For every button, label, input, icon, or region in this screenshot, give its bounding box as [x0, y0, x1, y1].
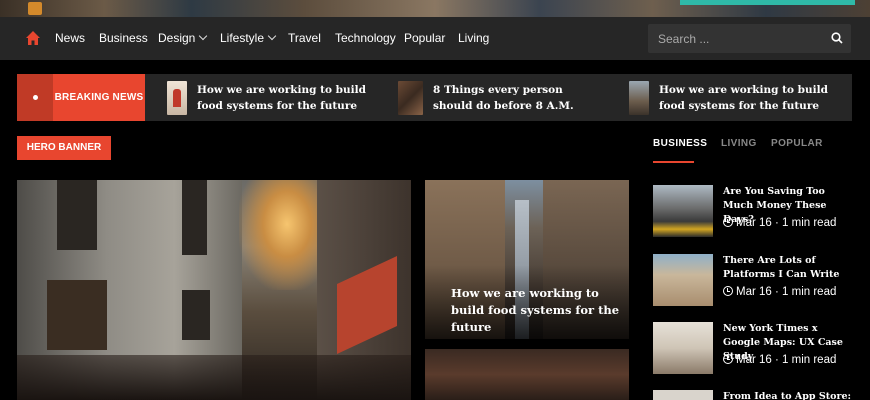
sunlight [239, 180, 319, 290]
search-icon[interactable] [831, 32, 843, 44]
teal-bar [680, 0, 855, 5]
hero-side-article[interactable]: How we are working to build food systems… [425, 180, 629, 339]
search-input[interactable] [648, 24, 823, 53]
hero-side-article-2[interactable] [425, 349, 629, 400]
hero-side-title[interactable]: How we are working to build food systems… [451, 285, 621, 336]
nav-item-living[interactable]: Living [458, 31, 489, 45]
article-thumbnail[interactable] [653, 322, 713, 374]
breaking-item-title[interactable]: How we are working to build food systems… [659, 82, 839, 114]
nav-item-lifestyle[interactable]: Lifestyle [220, 31, 277, 45]
breaking-item[interactable]: 8 Things every person should do before 8… [398, 81, 608, 115]
sidebar-article[interactable]: There Are Lots of Platforms I Can Write … [653, 254, 853, 306]
breaking-indicator [17, 74, 53, 121]
clock-icon [723, 286, 733, 296]
clock-icon [723, 354, 733, 364]
article-title[interactable]: There Are Lots of Platforms I Can Write [723, 254, 853, 282]
nav-item-business[interactable]: Business [99, 31, 148, 45]
breaking-news-label: BREAKING NEWS [53, 74, 145, 121]
breaking-item-title[interactable]: 8 Things every person should do before 8… [433, 82, 598, 114]
hero-banner-label: HERO BANNER [17, 136, 111, 160]
nav-item-travel[interactable]: Travel [288, 31, 321, 45]
article-thumbnail[interactable] [653, 390, 713, 400]
article-thumbnail[interactable] [653, 254, 713, 306]
nav-item-news[interactable]: News [55, 31, 85, 45]
sidebar-article[interactable]: Are You Saving Too Much Money These Days… [653, 185, 853, 237]
chevron-down-icon [199, 31, 208, 41]
sidebar-article[interactable]: New York Times x Google Maps: UX Case St… [653, 322, 853, 374]
dot-icon [33, 95, 38, 100]
active-tab-indicator [653, 161, 694, 163]
breaking-item-title[interactable]: How we are working to build food systems… [197, 82, 377, 114]
nav-item-technology[interactable]: Technology [335, 31, 396, 45]
tab-business[interactable]: BUSINESS [653, 138, 707, 149]
clock-icon [723, 217, 733, 227]
breaking-news-bar: BREAKING NEWS How we are working to buil… [17, 74, 852, 121]
article-meta: Mar 16 · 1 min read [723, 216, 836, 229]
nav-item-design[interactable]: Design [158, 31, 208, 45]
search-box [648, 24, 851, 53]
sidebar-article[interactable]: From Idea to App Store: A [653, 390, 853, 400]
tab-living[interactable]: LIVING [721, 138, 757, 149]
hero-main-image[interactable] [17, 180, 411, 400]
breaking-thumbnail [167, 81, 187, 115]
article-thumbnail[interactable] [653, 185, 713, 237]
article-title[interactable]: From Idea to App Store: A [723, 390, 853, 400]
street-crowd [17, 355, 411, 400]
tab-popular[interactable]: POPULAR [771, 138, 823, 149]
nav-item-popular[interactable]: Popular [404, 31, 445, 45]
article-meta: Mar 16 · 1 min read [723, 285, 836, 298]
breaking-item[interactable]: How we are working to build food systems… [167, 81, 377, 115]
lamp-light [28, 2, 42, 15]
breaking-thumbnail [398, 81, 423, 115]
chevron-down-icon [267, 31, 277, 41]
article-meta: Mar 16 · 1 min read [723, 353, 836, 366]
breaking-thumbnail [629, 81, 649, 115]
home-icon[interactable] [25, 30, 41, 46]
top-banner-image [0, 0, 870, 17]
breaking-item[interactable]: How we are working to build food systems… [629, 81, 839, 115]
main-navbar: News Business Design Lifestyle Travel Te… [0, 17, 870, 60]
